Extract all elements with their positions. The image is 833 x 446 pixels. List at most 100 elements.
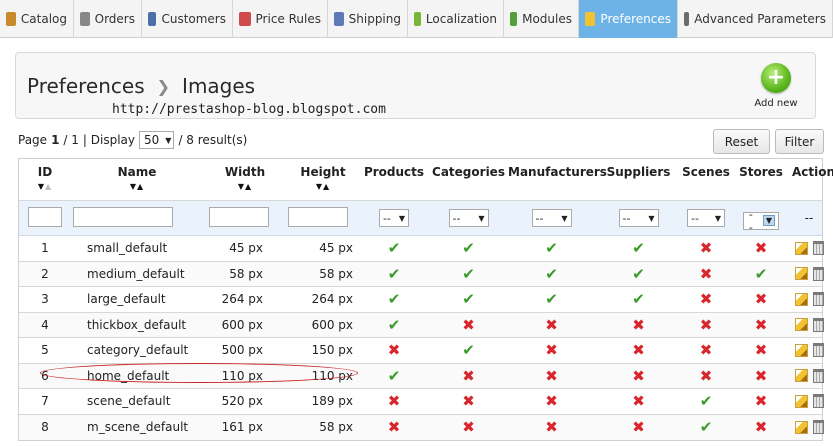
table-row[interactable]: 4 thickbox_default 600 px 600 px ✔ ✖ ✖ ✖ ✖ ✖: [19, 312, 824, 338]
enabled-check-icon[interactable]: ✔: [545, 290, 558, 308]
disabled-cross-icon[interactable]: ✖: [700, 239, 713, 257]
edit-icon[interactable]: [794, 394, 808, 408]
edit-icon[interactable]: [794, 267, 808, 281]
reset-button[interactable]: Reset: [713, 129, 770, 154]
disabled-cross-icon[interactable]: ✖: [632, 392, 645, 410]
tab-orders[interactable]: Orders: [74, 0, 142, 38]
disabled-cross-icon[interactable]: ✖: [755, 239, 768, 257]
delete-icon[interactable]: [812, 317, 824, 332]
disabled-cross-icon[interactable]: ✖: [700, 290, 713, 308]
enabled-check-icon[interactable]: ✔: [632, 265, 645, 283]
edit-icon[interactable]: [794, 343, 808, 357]
tab-localization[interactable]: Localization: [408, 0, 504, 38]
col-id[interactable]: ID ▼▲: [19, 159, 71, 191]
col-height[interactable]: Height ▼▲: [287, 159, 359, 191]
enabled-check-icon[interactable]: ✔: [545, 239, 558, 257]
enabled-check-icon[interactable]: ✔: [700, 418, 713, 436]
enabled-check-icon[interactable]: ✔: [462, 265, 475, 283]
disabled-cross-icon[interactable]: ✖: [545, 341, 558, 359]
disabled-cross-icon[interactable]: ✖: [632, 418, 645, 436]
filter-scenes-select[interactable]: -- ▼: [687, 209, 725, 227]
filter-id-input[interactable]: [28, 206, 62, 227]
enabled-check-icon[interactable]: ✔: [388, 239, 401, 257]
disabled-cross-icon[interactable]: ✖: [632, 367, 645, 385]
edit-icon[interactable]: [794, 318, 808, 332]
disabled-cross-icon[interactable]: ✖: [755, 392, 768, 410]
disabled-cross-icon[interactable]: ✖: [545, 392, 558, 410]
disabled-cross-icon[interactable]: ✖: [755, 418, 768, 436]
enabled-check-icon[interactable]: ✔: [700, 392, 713, 410]
delete-icon[interactable]: [812, 394, 824, 409]
delete-icon[interactable]: [812, 292, 824, 307]
filter-suppliers-select[interactable]: -- ▼: [618, 209, 659, 227]
disabled-cross-icon[interactable]: ✖: [632, 341, 645, 359]
tab-preferences[interactable]: Preferences: [579, 0, 678, 38]
edit-icon[interactable]: [794, 369, 808, 383]
delete-icon[interactable]: [812, 241, 824, 256]
table-row[interactable]: 6 home_default 110 px 110 px ✔ ✖ ✖ ✖ ✖ ✖: [19, 363, 824, 389]
disabled-cross-icon[interactable]: ✖: [388, 341, 401, 359]
display-select[interactable]: 50 ▼: [139, 131, 175, 149]
disabled-cross-icon[interactable]: ✖: [700, 367, 713, 385]
disabled-cross-icon[interactable]: ✖: [700, 265, 713, 283]
sort-arrows-icon[interactable]: ▼▲: [287, 182, 359, 191]
edit-icon[interactable]: [794, 241, 808, 255]
sort-arrows-icon[interactable]: ▼▲: [19, 182, 71, 191]
sort-arrows-icon[interactable]: ▼▲: [71, 182, 203, 191]
enabled-check-icon[interactable]: ✔: [388, 367, 401, 385]
table-row[interactable]: 1 small_default 45 px 45 px ✔ ✔ ✔ ✔ ✖ ✖: [19, 236, 824, 262]
delete-icon[interactable]: [812, 266, 824, 281]
edit-icon[interactable]: [794, 420, 808, 434]
tab-shipping[interactable]: Shipping: [328, 0, 408, 38]
tab-advanced-parameters[interactable]: Advanced Parameters: [678, 0, 833, 38]
disabled-cross-icon[interactable]: ✖: [632, 316, 645, 334]
tab-modules[interactable]: Modules: [504, 0, 579, 38]
table-row[interactable]: 3 large_default 264 px 264 px ✔ ✔ ✔ ✔ ✖ ✖: [19, 287, 824, 313]
filter-height-input[interactable]: [288, 206, 348, 227]
table-row[interactable]: 7 scene_default 520 px 189 px ✖ ✖ ✖ ✖ ✔ ✖: [19, 389, 824, 415]
tab-price-rules[interactable]: Price Rules: [233, 0, 328, 38]
filter-name-input[interactable]: [73, 206, 173, 227]
disabled-cross-icon[interactable]: ✖: [755, 290, 768, 308]
filter-manufacturers-select[interactable]: -- ▼: [531, 209, 572, 227]
disabled-cross-icon[interactable]: ✖: [700, 341, 713, 359]
disabled-cross-icon[interactable]: ✖: [462, 418, 475, 436]
delete-icon[interactable]: [812, 420, 824, 435]
enabled-check-icon[interactable]: ✔: [632, 290, 645, 308]
disabled-cross-icon[interactable]: ✖: [755, 341, 768, 359]
enabled-check-icon[interactable]: ✔: [632, 239, 645, 257]
table-row[interactable]: 8 m_scene_default 161 px 58 px ✖ ✖ ✖ ✖ ✔ ✖: [19, 414, 824, 440]
col-width[interactable]: Width ▼▲: [203, 159, 287, 191]
disabled-cross-icon[interactable]: ✖: [545, 316, 558, 334]
enabled-check-icon[interactable]: ✔: [462, 239, 475, 257]
col-name[interactable]: Name ▼▲: [71, 159, 203, 191]
disabled-cross-icon[interactable]: ✖: [388, 392, 401, 410]
enabled-check-icon[interactable]: ✔: [388, 265, 401, 283]
enabled-check-icon[interactable]: ✔: [388, 290, 401, 308]
disabled-cross-icon[interactable]: ✖: [755, 316, 768, 334]
disabled-cross-icon[interactable]: ✖: [700, 316, 713, 334]
filter-products-select[interactable]: -- ▼: [378, 209, 410, 227]
filter-categories-select[interactable]: -- ▼: [448, 209, 489, 227]
disabled-cross-icon[interactable]: ✖: [755, 367, 768, 385]
disabled-cross-icon[interactable]: ✖: [462, 316, 475, 334]
enabled-check-icon[interactable]: ✔: [545, 265, 558, 283]
table-row[interactable]: 2 medium_default 58 px 58 px ✔ ✔ ✔ ✔ ✖ ✔: [19, 261, 824, 287]
enabled-check-icon[interactable]: ✔: [462, 341, 475, 359]
tab-catalog[interactable]: Catalog: [0, 0, 74, 38]
enabled-check-icon[interactable]: ✔: [755, 265, 768, 283]
breadcrumb-parent[interactable]: Preferences: [27, 74, 145, 98]
enabled-check-icon[interactable]: ✔: [462, 290, 475, 308]
disabled-cross-icon[interactable]: ✖: [388, 418, 401, 436]
disabled-cross-icon[interactable]: ✖: [545, 418, 558, 436]
disabled-cross-icon[interactable]: ✖: [545, 367, 558, 385]
enabled-check-icon[interactable]: ✔: [388, 316, 401, 334]
filter-width-input[interactable]: [209, 206, 269, 227]
edit-icon[interactable]: [794, 292, 808, 306]
delete-icon[interactable]: [812, 368, 824, 383]
filter-stores-select[interactable]: -- ▼: [743, 208, 779, 234]
disabled-cross-icon[interactable]: ✖: [462, 392, 475, 410]
add-new-button[interactable]: + Add new: [751, 63, 801, 109]
disabled-cross-icon[interactable]: ✖: [462, 367, 475, 385]
sort-arrows-icon[interactable]: ▼▲: [203, 182, 287, 191]
